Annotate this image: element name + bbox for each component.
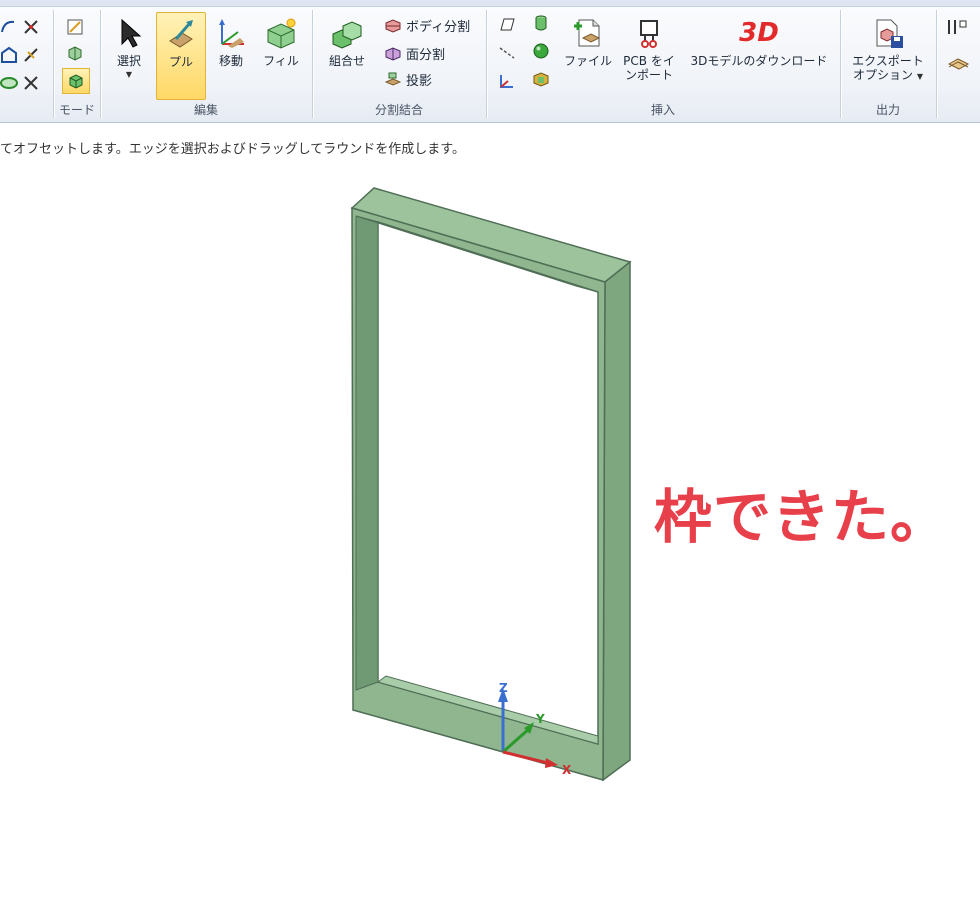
frame-front-face[interactable] (351, 206, 606, 781)
app-window: モード 選択 ▼ プル 移動 フィル 編集 組合せ ボディ分割 面分割 投影 分… (0, 0, 980, 900)
split-body-icon (385, 19, 401, 33)
ellipse-icon[interactable] (0, 74, 18, 92)
export-dropdown-caret[interactable]: ▼ (917, 72, 923, 81)
combine-label: 組合せ (328, 54, 365, 68)
export-icon (876, 19, 903, 48)
status-hint-text: てオフセットします。エッジを選択およびドラッグしてラウンドを作成します。 (0, 142, 466, 157)
export-label-line1: エクスポート (852, 54, 924, 68)
project-button[interactable]: 投影 (384, 68, 432, 90)
axis-line-icon[interactable] (498, 44, 516, 62)
origin-icon[interactable] (498, 72, 516, 90)
group-mode: モード (56, 8, 98, 120)
group-split-combine: 組合せ ボディ分割 面分割 投影 分割結合 (314, 8, 484, 120)
group-output: エクスポート オプション ▼ 出力 (842, 8, 934, 120)
pull-tool-icon (169, 20, 193, 48)
frame-right-depth-face[interactable] (602, 260, 631, 782)
download-3d-model-button[interactable]: 3D 3Dモデルのダウンロード (688, 12, 830, 98)
split-face-icon (385, 47, 401, 61)
group-label-split-combine: 分割結合 (374, 103, 423, 117)
ribbon-toolbar: モード 選択 ▼ プル 移動 フィル 編集 組合せ ボディ分割 面分割 投影 分… (0, 0, 980, 123)
pcb-import-button[interactable]: PCB をイ ンポート (618, 12, 680, 98)
insert-file-icon (574, 19, 601, 47)
section-mode-icon[interactable] (66, 44, 84, 62)
select-button[interactable]: 選択 ▼ (106, 12, 152, 98)
annotation-caption: 枠できた。 (654, 483, 950, 551)
pull-label: プル (168, 55, 193, 69)
cylinder-icon[interactable] (532, 14, 550, 32)
group-insert: ファイル PCB をイ ンポート 3D 3Dモデルのダウンロード 挿入 (488, 8, 838, 120)
separator (840, 10, 841, 118)
separator (486, 10, 487, 118)
group-label-mode: モード (58, 103, 95, 117)
sphere-icon[interactable] (532, 42, 550, 60)
frame-top-depth-face[interactable] (350, 187, 632, 283)
ruler-stack-icon[interactable] (946, 54, 970, 72)
ribbon-top-border (0, 0, 980, 7)
export-label-line2-wrap: オプション ▼ (853, 68, 923, 84)
frame-inner-left-wall[interactable] (355, 215, 379, 691)
split-line-icon[interactable] (22, 46, 40, 64)
cursor-arrow-icon (121, 18, 142, 48)
3d-logo-icon: 3D (739, 18, 779, 48)
pcb-import-label-line2: ンポート (624, 68, 673, 82)
export-options-button[interactable]: エクスポート オプション ▼ (846, 12, 930, 98)
move-label: 移動 (218, 54, 243, 68)
separator (100, 10, 101, 118)
project-icon (384, 72, 402, 86)
plane-icon[interactable] (498, 16, 516, 34)
polygon-icon[interactable] (0, 46, 18, 64)
combine-button[interactable]: 組合せ (320, 12, 374, 98)
group-partial-right (938, 8, 980, 120)
3d-mode-icon (69, 74, 83, 89)
fill-label: フィル (263, 54, 299, 68)
3d-mode-button[interactable] (62, 68, 90, 94)
fill-button[interactable]: フィル (258, 12, 304, 98)
shell-icon[interactable] (532, 70, 550, 88)
combine-icon (332, 21, 362, 49)
arc-icon[interactable] (0, 18, 18, 36)
download-3d-model-label: 3Dモデルのダウンロード (690, 54, 828, 68)
project-label: 投影 (406, 73, 433, 89)
y-axis-label: Y (535, 712, 545, 726)
group-label-edit: 編集 (193, 103, 218, 117)
group-sketch-partial (0, 8, 52, 120)
move-tool-icon (219, 19, 244, 48)
split-body-button[interactable]: ボディ分割 (384, 14, 470, 36)
fill-tool-icon (267, 18, 296, 49)
separator (936, 10, 937, 118)
group-label-insert: 挿入 (650, 103, 675, 117)
trim-icon[interactable] (22, 18, 40, 36)
extend-icon[interactable] (22, 74, 40, 92)
sketch-mode-icon[interactable] (66, 18, 84, 36)
pull-button[interactable]: プル (156, 12, 206, 100)
select-dropdown-caret[interactable]: ▼ (126, 68, 132, 82)
group-label-output: 出力 (875, 103, 900, 117)
select-label: 選択 (116, 54, 141, 68)
split-face-button[interactable]: 面分割 (384, 42, 445, 64)
pcb-chip-icon (640, 20, 658, 48)
separator (312, 10, 313, 118)
z-axis-label: Z (499, 681, 508, 695)
insert-file-label: ファイル (563, 54, 612, 68)
move-button[interactable]: 移動 (208, 12, 254, 98)
measure-icon[interactable] (946, 18, 970, 36)
x-axis-label: X (562, 763, 572, 777)
export-label-line2: オプション (853, 68, 914, 82)
3d-viewport[interactable]: Z Y X 枠できた。 (0, 162, 980, 900)
split-face-label: 面分割 (406, 47, 446, 63)
split-body-label: ボディ分割 (406, 19, 471, 35)
insert-file-button[interactable]: ファイル (562, 12, 614, 98)
pcb-import-label-line1: PCB をイ (623, 54, 675, 68)
separator (53, 10, 54, 118)
group-edit: 選択 ▼ プル 移動 フィル 編集 (102, 8, 310, 120)
